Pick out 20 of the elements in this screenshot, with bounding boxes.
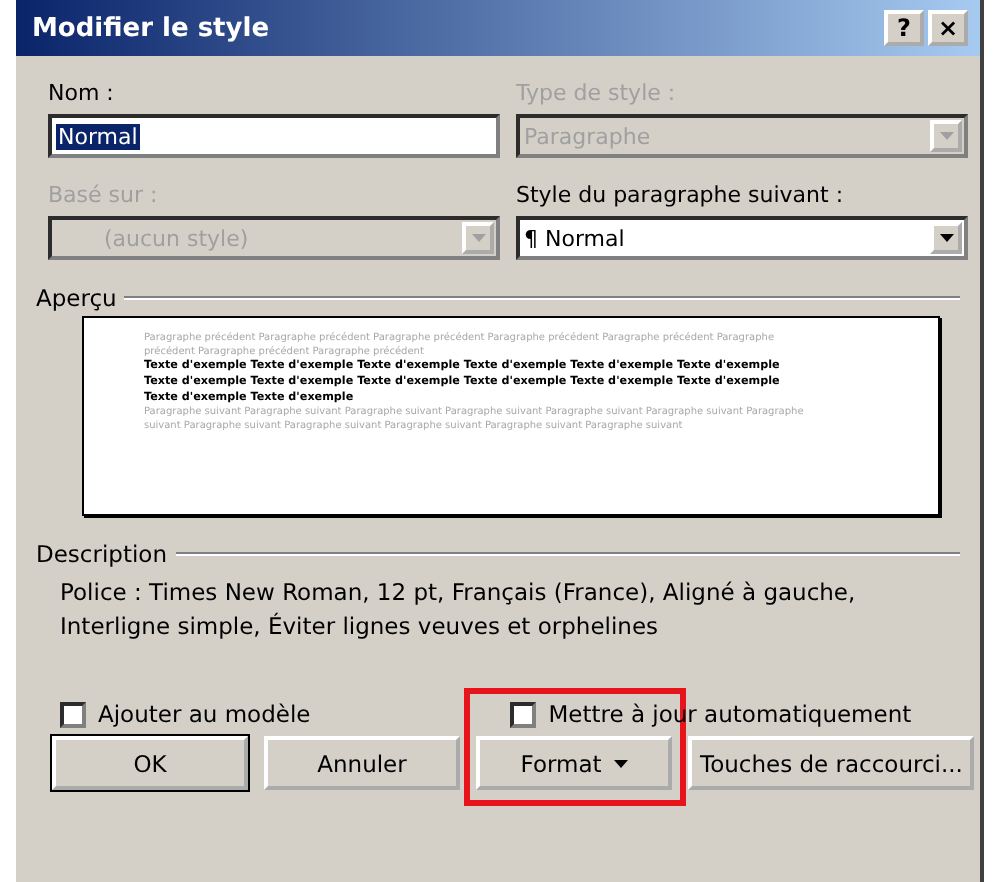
field-value: Normal	[56, 123, 140, 149]
section-label: Description	[36, 540, 167, 568]
help-button[interactable]: ?	[884, 10, 924, 46]
checkbox[interactable]	[60, 701, 86, 727]
dropdown-field[interactable]: ¶ Normal	[516, 216, 968, 260]
checkbox-label[interactable]: Ajouter au modèle	[98, 700, 311, 728]
field-label: Style du paragraphe suivant :	[516, 182, 846, 208]
caret-icon	[613, 759, 628, 767]
dialog-button[interactable]: Touches de raccourci...	[688, 736, 975, 790]
description-text: Police : Times New Roman, 12 pt, Français (France), Aligné à gauche, Interligne simple, Éviter lignes veuves et orphelines	[60, 576, 858, 644]
field-label: Nom :	[48, 80, 116, 106]
section-label: Aperçu	[36, 284, 117, 312]
checkbox[interactable]	[510, 701, 537, 727]
close-button[interactable]: ×	[928, 10, 968, 46]
menu-button[interactable]: Format	[476, 736, 672, 790]
dialog-button[interactable]: OK	[52, 736, 248, 790]
dialog-button[interactable]: Annuler	[264, 736, 460, 790]
window-title: Modifier le style	[32, 13, 270, 43]
name-field[interactable]: Normal	[48, 114, 500, 158]
field-value: ¶ Normal	[524, 225, 627, 251]
